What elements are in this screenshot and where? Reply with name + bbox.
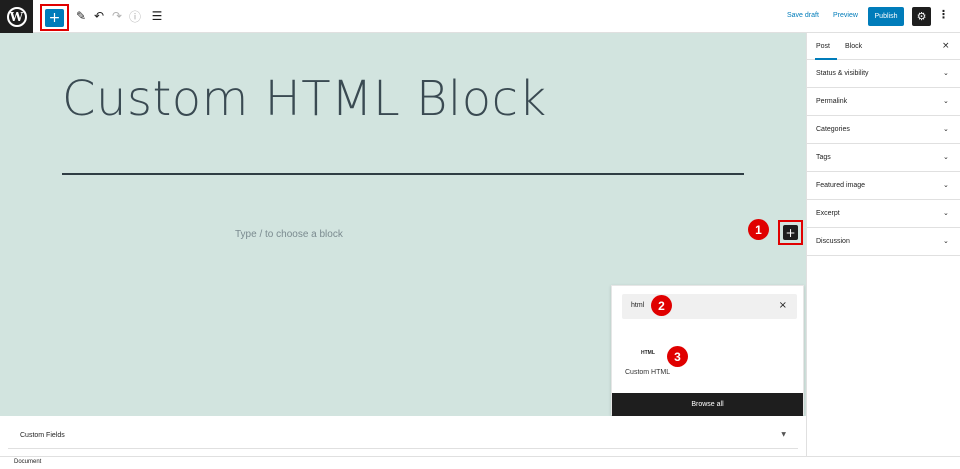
- wordpress-logo[interactable]: W: [0, 0, 33, 33]
- inserter-highlight: +: [40, 4, 69, 31]
- annotation-badge-3: 3: [667, 346, 688, 367]
- breadcrumb-document[interactable]: Document: [14, 459, 41, 465]
- wordpress-icon: W: [6, 6, 27, 27]
- chevron-down-icon: ⌄: [943, 69, 949, 77]
- more-options-icon[interactable]: ⋮: [938, 8, 949, 21]
- separator-block[interactable]: [62, 173, 744, 175]
- annotation-badge-2: 2: [651, 295, 672, 316]
- preview-button[interactable]: Preview: [833, 12, 858, 19]
- panel-label: Permalink: [816, 98, 848, 105]
- settings-icon[interactable]: ⚙: [912, 7, 931, 26]
- editor-header: W + ✎ ↶ ↷ ⓘ ☰ Save draft Preview Publish…: [0, 0, 960, 33]
- close-icon[interactable]: ×: [942, 41, 950, 51]
- panel-featured-image[interactable]: Featured image ⌄: [807, 172, 960, 200]
- post-title[interactable]: Custom HTML Block: [62, 71, 547, 127]
- editor-canvas: Custom HTML Block Type / to choose a blo…: [0, 33, 806, 416]
- chevron-down-icon: ⌄: [943, 209, 949, 217]
- block-add-highlight: +: [778, 220, 803, 245]
- meta-boxes-area: Custom Fields ▼: [0, 416, 806, 456]
- browse-all-button[interactable]: Browse all: [612, 393, 803, 416]
- block-placeholder[interactable]: Type / to choose a block: [235, 229, 343, 240]
- panel-label: Categories: [816, 126, 850, 133]
- caret-down-icon[interactable]: ▼: [781, 431, 786, 438]
- custom-html-block-option[interactable]: Custom HTML: [625, 369, 670, 376]
- tab-post[interactable]: Post: [816, 43, 830, 50]
- annotation-badge-1: 1: [748, 219, 769, 240]
- panel-status-visibility[interactable]: Status & visibility ⌄: [807, 60, 960, 88]
- close-icon[interactable]: ×: [779, 300, 787, 311]
- custom-fields-panel[interactable]: Custom Fields ▼: [8, 423, 798, 449]
- undo-icon[interactable]: ↶: [91, 8, 107, 24]
- list-view-icon[interactable]: ☰: [149, 8, 165, 24]
- panel-categories[interactable]: Categories ⌄: [807, 116, 960, 144]
- tab-block[interactable]: Block: [845, 43, 862, 50]
- custom-fields-label: Custom Fields: [20, 432, 65, 439]
- quick-inserter-popover: html × 2 HTML 3 Custom HTML Browse all: [611, 285, 804, 416]
- add-block-button[interactable]: +: [783, 225, 798, 240]
- html-block-icon[interactable]: HTML: [641, 350, 655, 356]
- sidebar-tabs: Post Block ×: [807, 33, 960, 60]
- publish-button[interactable]: Publish: [868, 7, 904, 26]
- chevron-down-icon: ⌄: [943, 153, 949, 161]
- info-icon[interactable]: ⓘ: [127, 8, 143, 24]
- settings-sidebar: Post Block × Status & visibility ⌄ Perma…: [806, 33, 960, 456]
- panel-tags[interactable]: Tags ⌄: [807, 144, 960, 172]
- panel-label: Status & visibility: [816, 70, 869, 77]
- block-inserter-toggle[interactable]: +: [45, 9, 64, 27]
- panel-label: Featured image: [816, 182, 866, 189]
- search-input-value: html: [631, 302, 645, 309]
- chevron-down-icon: ⌄: [943, 181, 949, 189]
- edit-icon[interactable]: ✎: [73, 8, 89, 24]
- chevron-down-icon: ⌄: [943, 125, 949, 133]
- chevron-down-icon: ⌄: [943, 237, 949, 245]
- panel-permalink[interactable]: Permalink ⌄: [807, 88, 960, 116]
- panel-label: Excerpt: [816, 210, 840, 217]
- panel-label: Discussion: [816, 238, 850, 245]
- panel-excerpt[interactable]: Excerpt ⌄: [807, 200, 960, 228]
- save-draft-button[interactable]: Save draft: [787, 12, 819, 19]
- chevron-down-icon: ⌄: [943, 97, 949, 105]
- redo-icon[interactable]: ↷: [109, 8, 125, 24]
- block-search-input[interactable]: html ×: [622, 294, 797, 319]
- editor-footer: Document: [0, 456, 960, 469]
- panel-discussion[interactable]: Discussion ⌄: [807, 228, 960, 256]
- panel-label: Tags: [816, 154, 831, 161]
